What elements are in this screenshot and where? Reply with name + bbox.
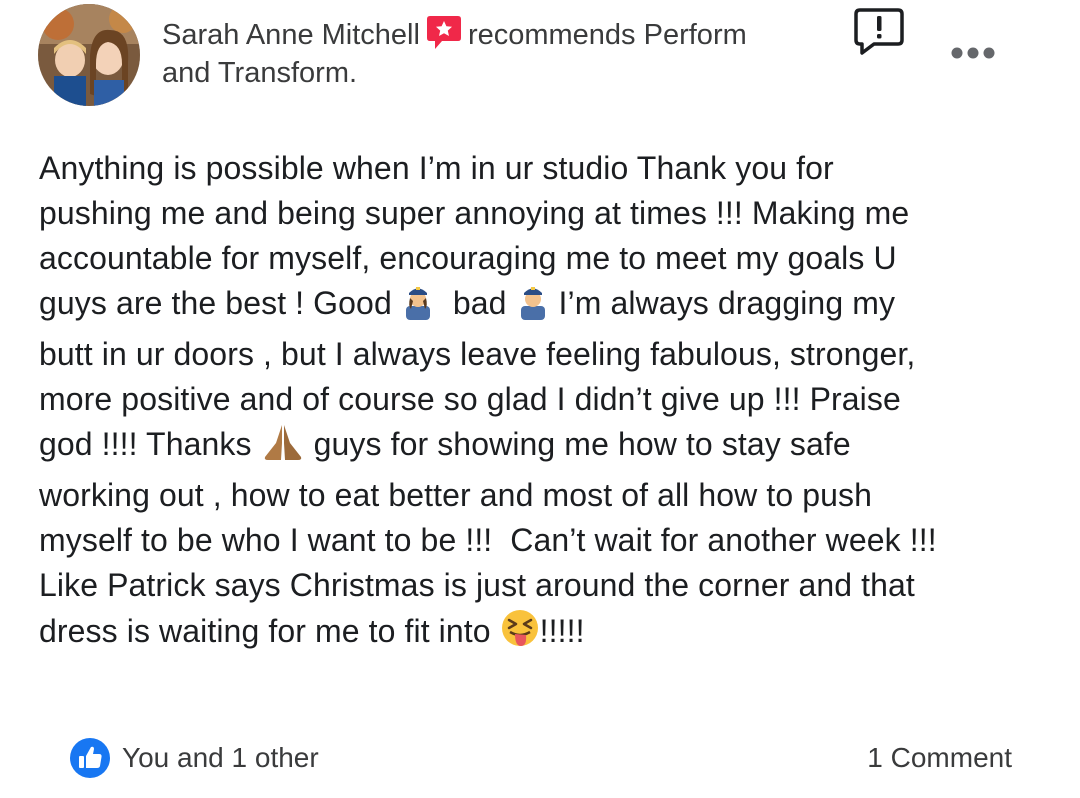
recommendation-post: Sarah Anne Mitchell recommends Perform and… bbox=[0, 0, 1080, 798]
post-line: bad bbox=[452, 285, 507, 321]
post-header: Sarah Anne Mitchell recommends Perform and… bbox=[162, 14, 802, 92]
post-line: accountable for myself, encouraging me t… bbox=[39, 240, 897, 276]
author-avatar[interactable] bbox=[38, 4, 140, 106]
author-name[interactable]: Sarah Anne Mitchell bbox=[162, 19, 420, 51]
post-line: dress is waiting for me to fit into bbox=[39, 613, 491, 649]
recommend-action: recommends bbox=[467, 19, 636, 51]
post-line: I’m always dragging my bbox=[558, 285, 896, 321]
post-line: Anything is possible when I’m in ur stud… bbox=[39, 150, 834, 186]
reactions-summary[interactable]: You and 1 other bbox=[122, 740, 319, 776]
recommend-badge-icon bbox=[426, 14, 462, 52]
more-options-icon[interactable] bbox=[948, 36, 998, 70]
post-line: working out , how to eat better and most… bbox=[39, 477, 873, 513]
post-line: pushing me and being super annoying at t… bbox=[39, 195, 910, 231]
squinting-tongue-face-emoji bbox=[500, 608, 540, 660]
report-flag-icon[interactable] bbox=[852, 6, 906, 56]
post-line: Like Patrick says Christmas is just arou… bbox=[39, 567, 915, 603]
post-footer: You and 1 other 1 Comment bbox=[0, 732, 1080, 784]
page-name-line2[interactable]: and Transform. bbox=[162, 57, 357, 89]
folded-hands-emoji bbox=[261, 423, 305, 473]
page-name-line1[interactable]: Perform bbox=[644, 19, 747, 51]
post-line: guys for showing me how to stay safe bbox=[313, 426, 851, 462]
female-police-officer-emoji bbox=[401, 282, 435, 332]
post-line: !!!!! bbox=[539, 613, 585, 649]
male-police-officer-emoji bbox=[516, 282, 550, 332]
post-line: more positive and of course so glad I di… bbox=[39, 381, 901, 417]
post-line: butt in ur doors , but I always leave fe… bbox=[39, 336, 916, 372]
post-line: myself to be who I want to be !!! Can’t … bbox=[39, 522, 937, 558]
post-line: god !!!! Thanks bbox=[39, 426, 252, 462]
like-thumb-icon bbox=[69, 737, 111, 779]
comments-count[interactable]: 1 Comment bbox=[867, 740, 1012, 776]
post-line: guys are the best ! Good bbox=[39, 285, 392, 321]
post-body: Anything is possible when I’m in ur stud… bbox=[39, 146, 1039, 660]
